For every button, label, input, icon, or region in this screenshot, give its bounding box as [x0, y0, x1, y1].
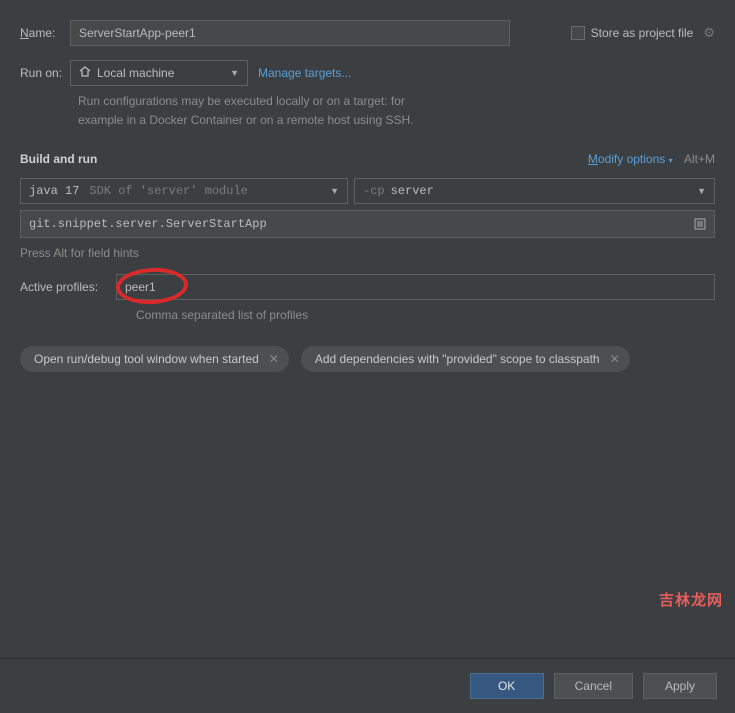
profiles-hint: Comma separated list of profiles [136, 308, 715, 322]
jdk-hint: SDK of 'server' module [89, 184, 247, 198]
build-run-header: Build and run Modify options ▾ Alt+M [20, 152, 715, 166]
modify-options-group: Modify options ▾ Alt+M [588, 152, 715, 166]
home-icon [79, 66, 91, 80]
active-profiles-row: Active profiles: [20, 274, 715, 300]
chip-label: Open run/debug tool window when started [34, 352, 259, 366]
close-icon[interactable]: ✕ [610, 352, 620, 366]
cancel-button[interactable]: Cancel [554, 673, 633, 699]
close-icon[interactable]: ✕ [269, 352, 279, 366]
field-hint: Press Alt for field hints [20, 246, 715, 260]
name-row: Name: Store as project file ⚙ [20, 20, 715, 46]
modify-shortcut: Alt+M [684, 152, 715, 166]
jdk-dropdown[interactable]: java 17 SDK of 'server' module ▼ [20, 178, 348, 204]
gear-icon[interactable]: ⚙ [703, 25, 715, 41]
chip-provided-scope[interactable]: Add dependencies with "provided" scope t… [301, 346, 630, 372]
run-on-row: Run on: Local machine ▼ Manage targets..… [20, 60, 715, 86]
main-class-input[interactable] [21, 211, 689, 237]
browse-class-button[interactable] [689, 213, 711, 235]
build-run-title: Build and run [20, 152, 97, 166]
main-class-row [20, 210, 715, 238]
chip-label: Add dependencies with "provided" scope t… [315, 352, 600, 366]
apply-button[interactable]: Apply [643, 673, 717, 699]
active-profiles-label: Active profiles: [20, 280, 116, 294]
cp-prefix: -cp [363, 184, 385, 198]
manage-targets-link[interactable]: Manage targets... [258, 66, 351, 80]
watermark: 吉林龙网 [659, 589, 723, 610]
chevron-down-icon: ▼ [330, 186, 339, 196]
chevron-down-icon: ▼ [230, 68, 239, 78]
run-on-value: Local machine [97, 66, 174, 80]
jdk-value: java 17 [29, 184, 79, 198]
active-profiles-input[interactable] [116, 274, 715, 300]
chevron-down-icon: ▼ [697, 186, 706, 196]
chip-open-tool-window[interactable]: Open run/debug tool window when started … [20, 346, 289, 372]
cp-value: server [391, 184, 434, 198]
options-chips: Open run/debug tool window when started … [20, 346, 715, 372]
jdk-cp-row: java 17 SDK of 'server' module ▼ -cp ser… [20, 178, 715, 204]
dialog-footer: OK Cancel Apply [0, 658, 735, 713]
name-input[interactable] [70, 20, 510, 46]
store-label: Store as project file [591, 26, 694, 40]
ok-button[interactable]: OK [470, 673, 544, 699]
run-on-label: Run on: [20, 66, 70, 80]
classpath-dropdown[interactable]: -cp server ▼ [354, 178, 715, 204]
run-on-dropdown[interactable]: Local machine ▼ [70, 60, 248, 86]
checkbox-icon[interactable] [571, 26, 585, 40]
name-label: Name: [20, 26, 70, 40]
modify-options-link[interactable]: Modify options ▾ [588, 152, 673, 166]
store-as-project-file[interactable]: Store as project file ⚙ [571, 25, 715, 41]
run-on-help: Run configurations may be executed local… [78, 92, 715, 130]
